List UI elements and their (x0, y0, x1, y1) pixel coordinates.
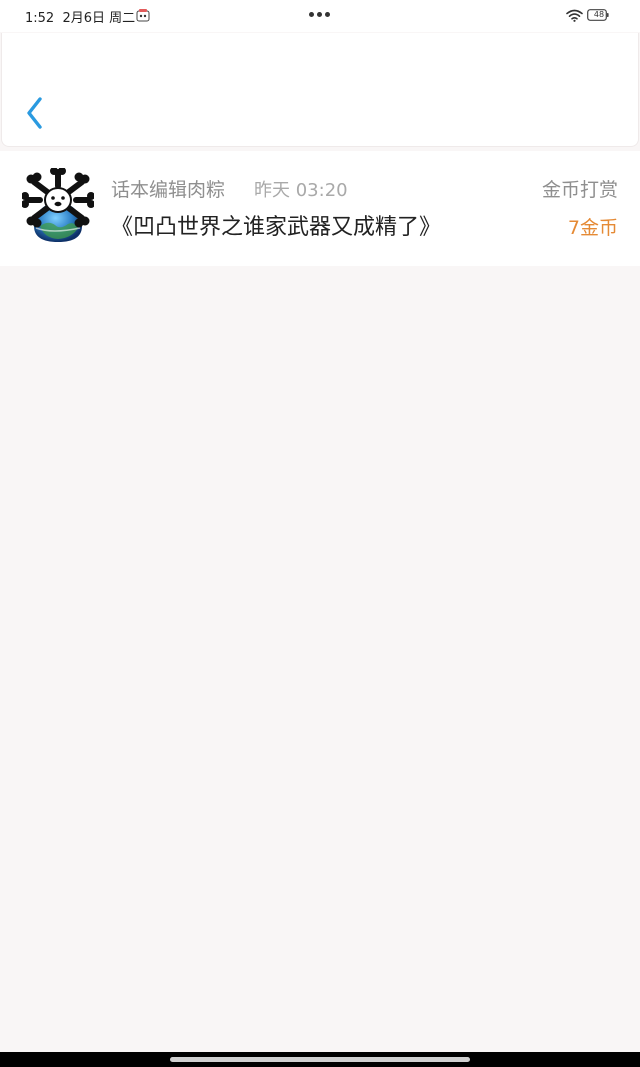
avatar[interactable] (22, 168, 94, 244)
reward-amount: 7金币 (567, 217, 618, 239)
reward-list: 话本编辑肉粽 昨天 03:20 金币打赏 《凹凸世界之谁家武器又成精了》 7金币 (0, 151, 640, 266)
wifi-icon (566, 9, 583, 22)
home-indicator[interactable] (170, 1057, 470, 1062)
notification-icon (136, 9, 150, 22)
reward-user-name[interactable]: 话本编辑肉粽 (111, 175, 225, 202)
status-date: 2月6日 周二 (62, 11, 136, 26)
work-title[interactable]: 《凹凸世界之谁家武器又成精了》 (111, 209, 441, 241)
more-icon[interactable] (309, 12, 330, 17)
reward-list-item[interactable]: 话本编辑肉粽 昨天 03:20 金币打赏 《凹凸世界之谁家武器又成精了》 7金币 (0, 151, 640, 266)
status-time: 1:52 2月6日 周二 (25, 7, 135, 26)
status-bar: 1:52 2月6日 周二 48 (0, 0, 640, 32)
battery-level: 48 (593, 10, 605, 19)
nav-bar (1, 33, 639, 147)
back-button[interactable] (22, 94, 48, 132)
status-clock: 1:52 (25, 11, 55, 26)
reward-type: 金币打赏 (541, 179, 618, 201)
reward-time: 昨天 03:20 (254, 180, 348, 201)
chevron-left-icon (27, 97, 42, 129)
